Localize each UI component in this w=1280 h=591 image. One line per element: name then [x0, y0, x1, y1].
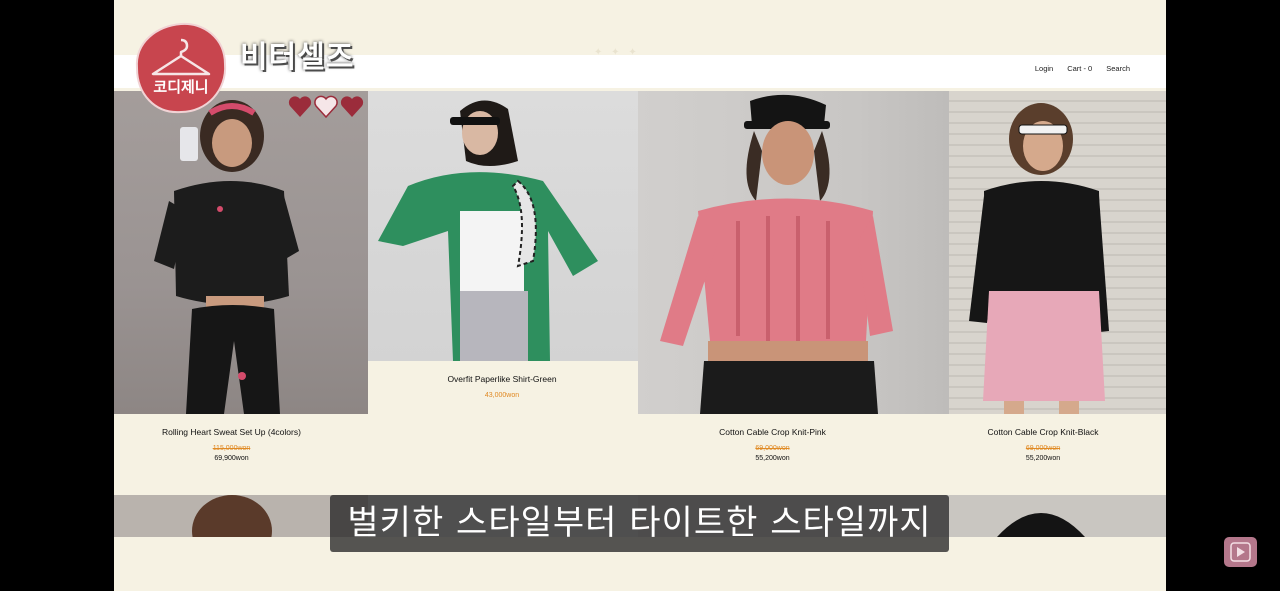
sale-price: 55,200won — [1025, 455, 1061, 462]
model-black-knit-illustration — [969, 103, 1109, 414]
product-name[interactable]: Cotton Cable Crop Knit-Black — [926, 427, 1160, 437]
overlay-title: 비터셀즈 — [240, 40, 355, 75]
product-image-overfit-shirt[interactable] — [368, 91, 638, 361]
product-name[interactable]: Rolling Heart Sweat Set Up (4colors) — [114, 427, 349, 437]
model-green-shirt-illustration — [378, 100, 598, 361]
original-price: 69,000won — [1025, 445, 1061, 452]
original-price: 69,000won — [755, 445, 790, 452]
next-row-image-4[interactable] — [949, 495, 1166, 537]
sale-price: 55,200won — [755, 455, 790, 462]
product-caption-2: Overfit Paperlike Shirt-Green 43,000won — [368, 374, 636, 399]
login-link[interactable]: Login — [1035, 64, 1053, 73]
product-caption-1: Rolling Heart Sweat Set Up (4colors) 115… — [114, 427, 349, 462]
model-pink-knit-illustration — [660, 94, 893, 414]
cart-link[interactable]: Cart - 0 — [1067, 64, 1092, 73]
channel-logo — [135, 22, 227, 114]
model-black-sweat-illustration — [154, 100, 299, 414]
original-price: 115,000won — [212, 445, 251, 452]
channel-logo-text: 코디제니 — [153, 78, 209, 96]
video-play-button[interactable] — [1224, 537, 1257, 567]
product-image-black-knit[interactable] — [949, 91, 1166, 414]
product-name[interactable]: Cotton Cable Crop Knit-Pink — [654, 427, 891, 437]
heart-badge-icon — [288, 95, 364, 119]
product-name[interactable]: Overfit Paperlike Shirt-Green — [368, 374, 636, 384]
sale-price: 69,900won — [214, 455, 249, 462]
product-image-rolling-heart[interactable] — [114, 91, 368, 414]
product-caption-4: Cotton Cable Crop Knit-Black 69,000won 5… — [926, 427, 1160, 462]
price: 43,000won — [484, 392, 520, 399]
play-icon — [1230, 542, 1251, 562]
search-link[interactable]: Search — [1106, 64, 1130, 73]
next-row-model-4 — [997, 513, 1085, 537]
product-caption-3: Cotton Cable Crop Knit-Pink 69,000won 55… — [654, 427, 891, 462]
product-image-pink-knit[interactable] — [638, 91, 949, 414]
video-subtitle: 벌키한 스타일부터 타이트한 스타일까지 — [330, 495, 949, 552]
header-nav: Login Cart - 0 Search — [1035, 64, 1130, 73]
